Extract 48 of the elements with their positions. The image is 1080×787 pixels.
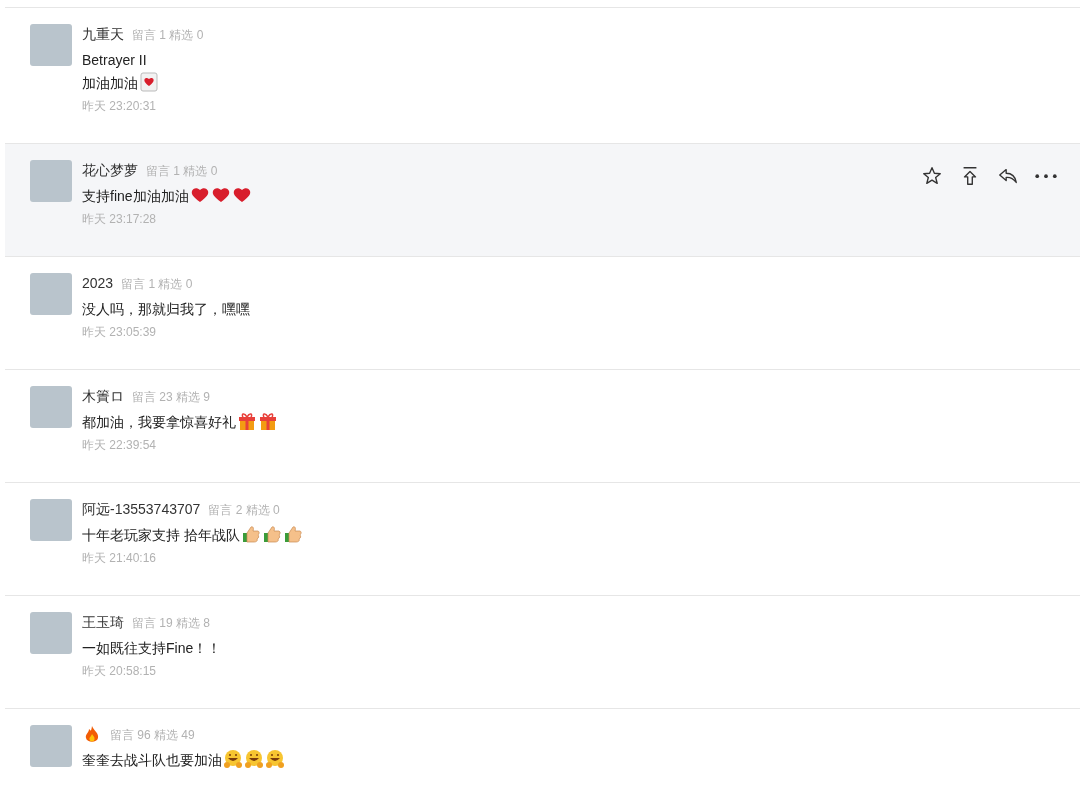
user-stats: 留言 2 精选 0 [208, 501, 280, 519]
avatar-photo [30, 499, 72, 541]
user-stats: 留言 19 精选 8 [132, 614, 211, 632]
user-stats: 留言 1 精选 0 [146, 162, 218, 180]
user-name: 木簀ロ [82, 387, 124, 406]
comment-time: 昨天 20:58:15 [82, 663, 158, 680]
avatar-photo [30, 24, 72, 66]
comment-time: 昨天 21:40:16 [82, 550, 158, 567]
user-name: 王玉琦 [82, 613, 124, 632]
comment-text: 一如既往支持Fine！！ [82, 640, 222, 656]
avatar-photo [30, 386, 72, 428]
avatar-photo [30, 160, 72, 202]
user-name: 九重天 [82, 25, 124, 44]
thumbs-up-icon [261, 524, 282, 544]
avatar-photo [30, 273, 72, 315]
comment-text: 加油加油 [82, 75, 138, 91]
thumbs-up-icon [282, 524, 303, 544]
heart-icon [189, 185, 210, 205]
gift-icon [237, 411, 257, 431]
hugging-face-icon [265, 749, 285, 769]
comment-text: 十年老玩家支持 拾年战队 [82, 527, 240, 543]
comment-text: 支持fine加油加油 [82, 188, 189, 204]
comment-text: 都加油，我要拿惊喜好礼 [82, 414, 236, 430]
user-name: 阿远-13553743707 [82, 500, 201, 519]
hugging-face-icon [223, 749, 243, 769]
comment-time: 昨天 22:39:54 [82, 437, 158, 454]
user-stats: 留言 23 精选 9 [132, 388, 211, 406]
more-icon [1035, 173, 1057, 179]
heart-icon [210, 185, 231, 205]
star-icon [921, 165, 943, 187]
gift-icon [258, 411, 278, 431]
comment-text: 奎奎去战斗队也要加油 [82, 752, 222, 768]
heart-tile-icon [139, 72, 159, 92]
user-name: 2023 [82, 274, 114, 293]
user-stats: 留言 96 精选 49 [110, 727, 195, 744]
avatar-photo [30, 725, 72, 767]
heart-icon [231, 185, 252, 205]
comment-text: 没人吗，那就归我了，嘿嘿 [82, 301, 250, 317]
hugging-face-icon [244, 749, 264, 769]
comment-time: 昨天 23:20:31 [82, 98, 158, 115]
comment-text: Betrayer II [82, 52, 147, 68]
comment-time: 昨天 23:17:28 [82, 211, 158, 228]
user-stats: 留言 1 精选 0 [121, 275, 193, 293]
avatar-photo [30, 612, 72, 654]
user-stats: 留言 1 精选 0 [132, 26, 204, 44]
user-name: 花心梦萝 [82, 161, 138, 180]
comment-time: 昨天 23:05:39 [82, 324, 158, 341]
thumbs-up-icon [240, 524, 261, 544]
